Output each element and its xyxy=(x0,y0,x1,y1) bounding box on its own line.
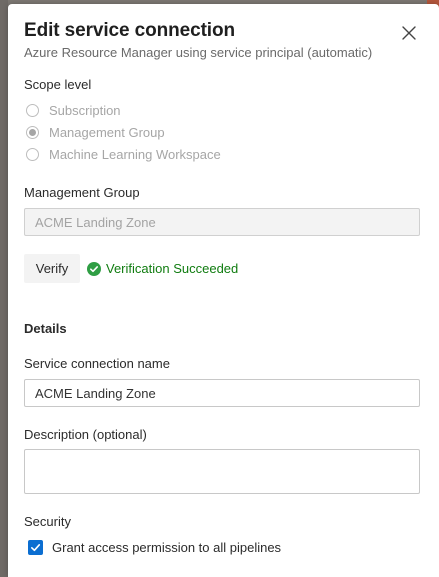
security-heading: Security xyxy=(24,514,71,529)
verification-status: Verification Succeeded xyxy=(87,261,238,276)
management-group-value: ACME Landing Zone xyxy=(35,214,156,230)
edit-service-connection-panel: Edit service connection Azure Resource M… xyxy=(8,4,439,577)
close-icon xyxy=(402,26,416,40)
grant-access-checkbox[interactable] xyxy=(28,540,43,555)
radio-management-group[interactable]: Management Group xyxy=(26,125,165,140)
checkmark-icon xyxy=(31,544,41,552)
details-heading: Details xyxy=(24,321,67,336)
backdrop-strip xyxy=(0,0,8,577)
description-textarea[interactable] xyxy=(24,449,420,494)
service-connection-name-value: ACME Landing Zone xyxy=(35,385,156,401)
radio-subscription[interactable]: Subscription xyxy=(26,103,121,118)
radio-button[interactable] xyxy=(26,126,39,139)
grant-access-option[interactable]: Grant access permission to all pipelines xyxy=(28,540,281,555)
check-circle-icon xyxy=(87,261,101,276)
service-connection-name-input[interactable]: ACME Landing Zone xyxy=(24,379,420,407)
service-connection-name-label: Service connection name xyxy=(24,356,170,371)
dialog-title: Edit service connection xyxy=(24,20,235,41)
close-button[interactable] xyxy=(399,23,419,43)
dialog-subtitle: Azure Resource Manager using service pri… xyxy=(24,45,373,60)
radio-label: Machine Learning Workspace xyxy=(49,147,221,162)
grant-access-label: Grant access permission to all pipelines xyxy=(52,540,282,555)
verify-button[interactable]: Verify xyxy=(24,254,80,283)
management-group-field[interactable]: ACME Landing Zone xyxy=(24,208,420,236)
radio-label: Management Group xyxy=(49,125,165,140)
radio-label: Subscription xyxy=(49,103,121,118)
description-label: Description (optional) xyxy=(24,427,147,442)
radio-machine-learning-workspace[interactable]: Machine Learning Workspace xyxy=(26,147,221,162)
scope-level-label: Scope level xyxy=(24,77,92,92)
verification-status-text: Verification Succeeded xyxy=(106,261,239,276)
radio-button[interactable] xyxy=(26,148,39,161)
management-group-label: Management Group xyxy=(24,185,140,200)
radio-button[interactable] xyxy=(26,104,39,117)
